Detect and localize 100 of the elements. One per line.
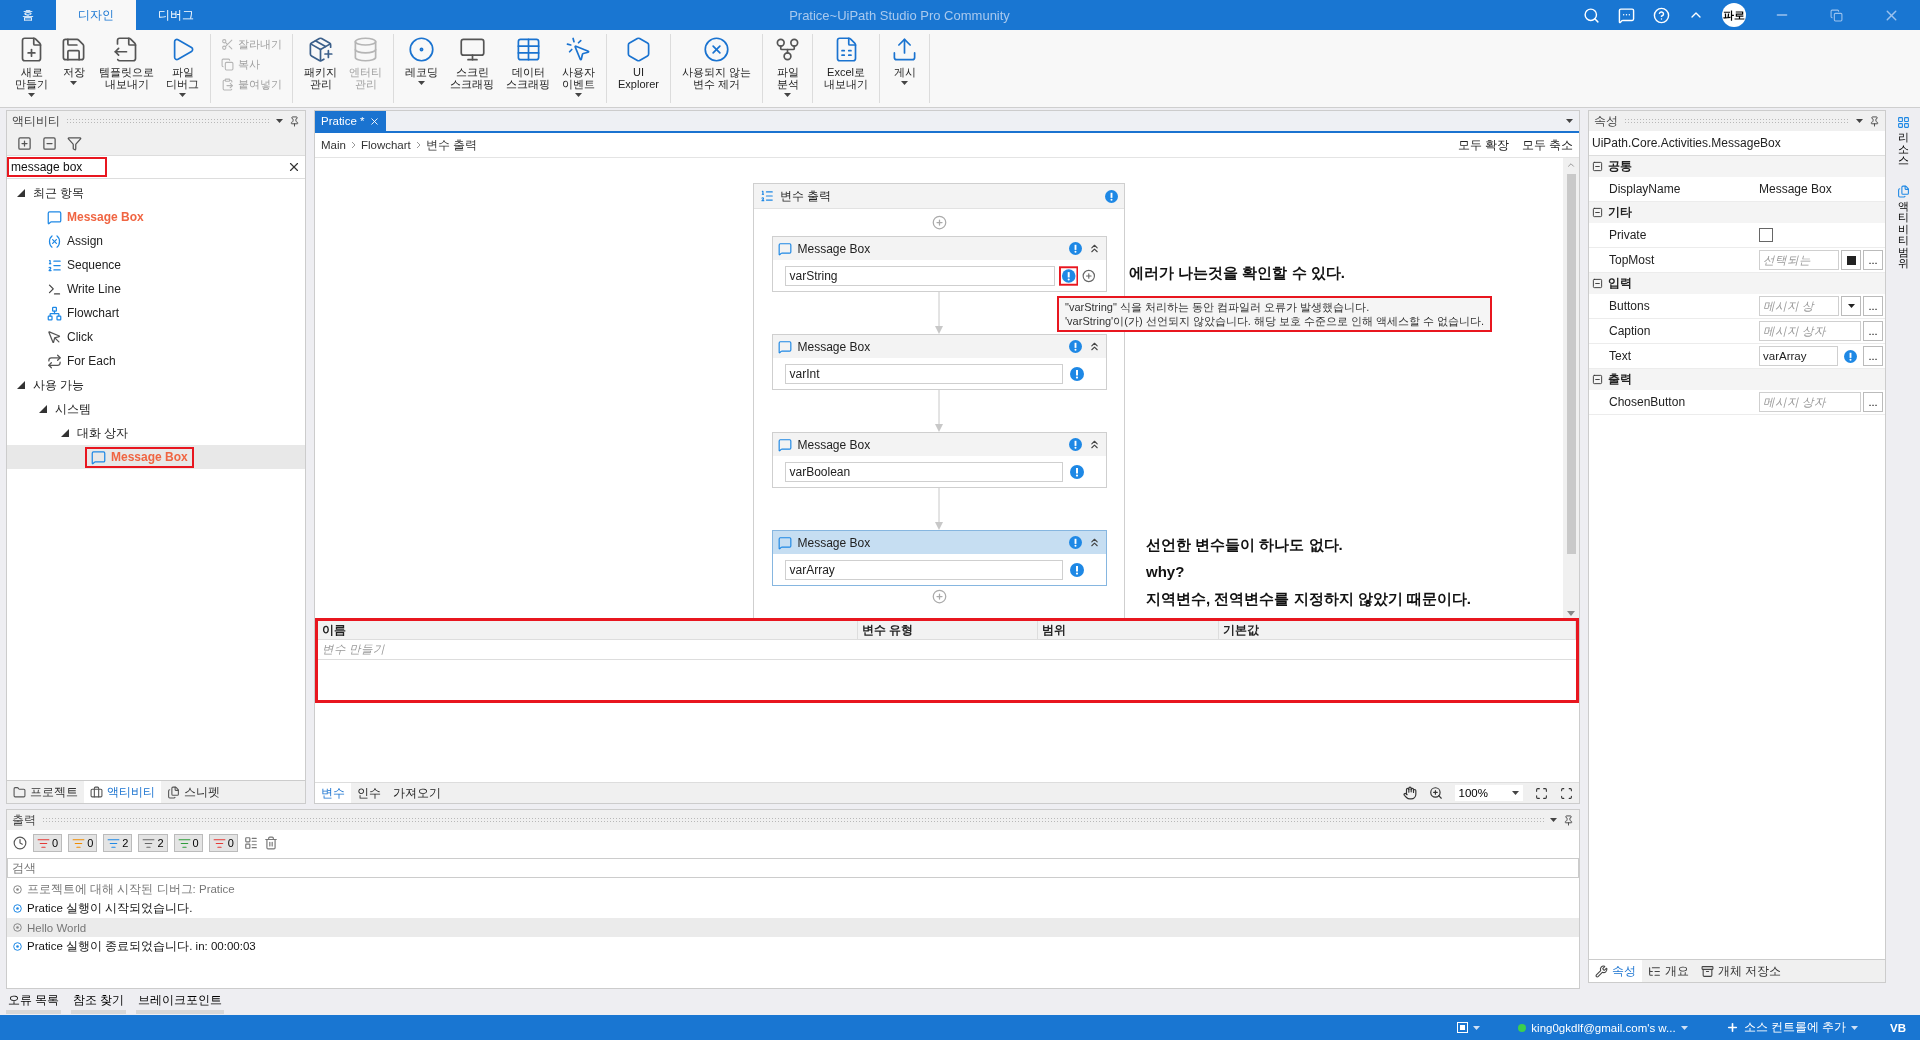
expression-field[interactable]: varBoolean — [784, 461, 1063, 482]
breadcrumb-link[interactable]: Main — [321, 139, 346, 151]
toggle-link[interactable]: 모두 확장 — [1457, 137, 1509, 153]
column-header[interactable]: 변수 유형 — [858, 621, 1038, 640]
tree-group-label[interactable]: 최근 항목 — [33, 184, 85, 202]
panel-tab[interactable]: 프로젝트 — [7, 781, 84, 803]
category-title: 기타 — [1608, 204, 1632, 221]
property-name: Caption — [1608, 324, 1652, 338]
property-field[interactable]: varArray — [1759, 346, 1838, 366]
ellipsis-button[interactable]: ... — [1863, 296, 1883, 316]
tree-label: Sequence — [67, 258, 122, 272]
log-text: Hello World — [27, 921, 87, 934]
zoom-select[interactable]: 100% — [1454, 785, 1523, 801]
tree-group-label[interactable]: 사용 가능 — [33, 376, 85, 394]
panel-tab[interactable]: 개요 — [1642, 960, 1695, 982]
activity-card[interactable]: Message Box varArray — [771, 530, 1107, 586]
ribbon-button[interactable]: 사용되지 않는 변수 제거 — [676, 34, 757, 103]
document-tab[interactable]: Pratice * — [315, 111, 387, 131]
activity-card[interactable]: Message Box varInt — [771, 334, 1107, 390]
column-header[interactable]: 기본값 — [1219, 621, 1576, 640]
ribbon-label: 파일 디버그 — [166, 66, 199, 90]
expression-field[interactable]: varArray — [784, 559, 1063, 580]
ribbon-tab[interactable]: 디자인 — [56, 0, 136, 30]
ribbon-button[interactable]: 스크린 스크래핑 — [445, 34, 499, 103]
ribbon-button[interactable]: 데이터 스크래핑 — [501, 34, 555, 103]
log-filter-button[interactable]: 2 — [138, 834, 168, 852]
activity-title: Message Box — [797, 535, 872, 550]
search-field[interactable]: message box — [9, 159, 105, 175]
panel-tab[interactable]: 액티비티 — [84, 781, 161, 803]
log-row[interactable]: Pratice 실행이 종료되었습니다. in: 00:00:03 — [7, 937, 1579, 956]
side-tab[interactable]: 액티비티 범위 — [1894, 182, 1912, 272]
ribbon-label: UI Explorer — [618, 66, 659, 90]
ribbon-button[interactable]: 레코딩 — [400, 34, 443, 103]
designer-tab[interactable]: 인수 — [351, 783, 387, 803]
category-title: 공통 — [1608, 158, 1632, 175]
activity-title: Message Box — [797, 339, 872, 354]
panel-tab[interactable]: 속성 — [1589, 960, 1642, 982]
ellipsis-button[interactable]: ... — [1863, 250, 1883, 270]
tree-item[interactable]: Assign — [7, 229, 305, 253]
ribbon-tab[interactable]: 디버그 — [136, 0, 216, 30]
column-header[interactable]: 범위 — [1038, 621, 1219, 640]
activity-card[interactable]: Message Box varString — [771, 236, 1107, 292]
ribbon-label: Excel로 내보내기 — [824, 66, 869, 90]
breadcrumb-link[interactable]: Flowchart — [360, 139, 411, 151]
ribbon-button[interactable]: 파일 분석 — [769, 34, 807, 103]
ribbon-button[interactable]: 사용자 이벤트 — [557, 34, 600, 103]
tree-label: Flowchart — [67, 306, 119, 320]
log-row[interactable]: 프로젝트에 대해 시작된 디버그: Pratice — [7, 880, 1579, 899]
tree-item[interactable]: Write Line — [7, 277, 305, 301]
ribbon-tab[interactable]: 홈 — [0, 0, 56, 30]
ribbon-button[interactable]: 저장 — [55, 34, 92, 103]
ribbon-label: 데이터 스크래핑 — [506, 66, 550, 90]
ribbon-button[interactable]: Excel로 내보내기 — [819, 34, 874, 103]
designer-tab[interactable]: 변수 — [315, 783, 351, 803]
ellipsis-button[interactable]: ... — [1863, 346, 1883, 366]
user-avatar[interactable]: 파로 — [1722, 3, 1746, 27]
log-filter-button[interactable]: 0 — [68, 834, 98, 852]
ribbon-label: 패키지 관리 — [304, 66, 337, 90]
log-filter-button[interactable]: 2 — [103, 834, 133, 852]
expression-field[interactable]: varInt — [784, 363, 1063, 384]
ribbon-label: 템플릿으로 내보내기 — [99, 66, 154, 90]
tree-group-label[interactable]: 시스템 — [55, 400, 91, 418]
ribbon-button[interactable]: 파일 디버그 — [161, 34, 204, 103]
side-tab[interactable]: 리소스 — [1894, 114, 1912, 169]
ribbon-button[interactable]: 템플릿으로 내보내기 — [94, 34, 159, 103]
ribbon-button[interactable]: 새로 만들기 — [10, 34, 53, 103]
ribbon-button[interactable]: UI Explorer — [613, 34, 664, 103]
activity-card[interactable]: Message Box varBoolean — [771, 432, 1107, 488]
tree-label: Assign — [67, 234, 104, 248]
log-filter-button[interactable]: 0 — [208, 834, 238, 852]
expression-field[interactable]: varString — [784, 265, 1055, 286]
property-value: Message Box — [1759, 182, 1832, 196]
ribbon-label: 게시 — [893, 66, 916, 78]
column-header[interactable]: 이름 — [318, 621, 858, 640]
log-filter-button[interactable]: 0 — [173, 834, 203, 852]
panel-tab[interactable]: 스니펫 — [161, 781, 226, 803]
breadcrumb-link[interactable]: 변수 출력 — [425, 137, 477, 153]
log-text: Pratice 실행이 시작되었습니다. — [27, 901, 193, 916]
panel-tab[interactable]: 개체 저장소 — [1695, 960, 1788, 982]
log-row[interactable]: Pratice 실행이 시작되었습니다. — [7, 899, 1579, 918]
ellipsis-button[interactable]: ... — [1863, 392, 1883, 412]
account-menu[interactable]: king0gkdlf@gmail.com's w... — [1512, 1020, 1694, 1035]
ribbon-label: 엔터티 관리 — [349, 66, 382, 90]
search-field[interactable]: 검색 — [7, 858, 1579, 878]
property-name: Buttons — [1608, 299, 1651, 313]
source-control-menu[interactable]: 소스 컨트롤에 추가 — [1719, 1019, 1864, 1036]
ellipsis-button[interactable]: ... — [1863, 321, 1883, 341]
ribbon-label: 사용자 이벤트 — [562, 66, 595, 90]
tree-item[interactable]: Flowchart — [7, 301, 305, 325]
tree-item[interactable]: For Each — [7, 349, 305, 373]
tree-item[interactable]: Sequence — [7, 253, 305, 277]
tree-group-label[interactable]: 대화 상자 — [77, 424, 129, 442]
log-filter-button[interactable]: 0 — [33, 834, 63, 852]
ribbon-button[interactable]: 패키지 관리 — [299, 34, 342, 103]
tree-item[interactable]: Click — [7, 325, 305, 349]
ribbon-button[interactable]: 게시 — [886, 34, 924, 103]
toggle-link[interactable]: 모두 축소 — [1521, 137, 1573, 153]
log-row[interactable]: Hello World — [7, 918, 1579, 937]
designer-tab[interactable]: 가져오기 — [387, 783, 447, 803]
category-title: 출력 — [1608, 371, 1632, 388]
